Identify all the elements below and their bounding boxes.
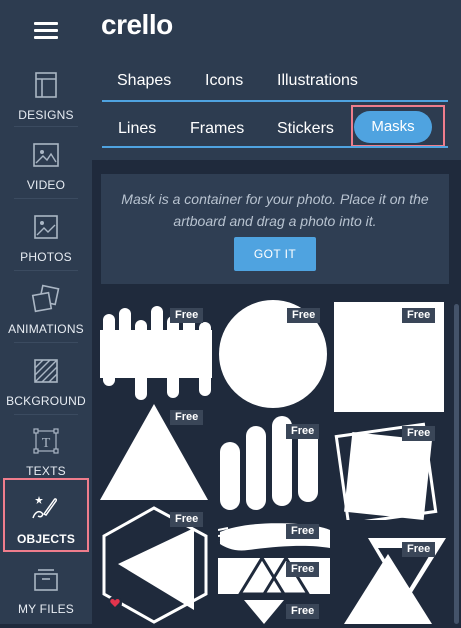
masks-grid: Free Free Free Free Free Free Free Free …: [92, 296, 461, 624]
designs-icon: [35, 72, 57, 98]
sidebar-item-label: MY FILES: [17, 602, 75, 616]
sidebar-item-video[interactable]: VIDEO: [0, 134, 92, 204]
sidebar-item-label: BCKGROUND: [6, 394, 86, 408]
free-badge: Free: [287, 308, 321, 323]
sidebar-item-label: ANIMATIONS: [8, 322, 84, 336]
mask-circle[interactable]: Free: [218, 300, 330, 408]
animations-icon: [31, 284, 60, 313]
svg-text:T: T: [42, 436, 51, 451]
tab-row-primary: Shapes Icons Illustrations: [92, 60, 453, 102]
menu-icon[interactable]: [34, 22, 58, 40]
video-icon: [33, 143, 59, 167]
got-it-button[interactable]: GOT IT: [234, 237, 316, 271]
free-badge: Free: [286, 604, 320, 619]
texts-icon: T: [33, 428, 59, 454]
objects-icon: [32, 496, 57, 519]
free-badge: Free: [170, 308, 204, 323]
mask-drips[interactable]: Free: [100, 300, 212, 408]
left-sidebar: DESIGNS VIDEO PHOTOS ANIMATIONS BCKGROUN…: [0, 0, 92, 624]
tab-lines[interactable]: Lines: [118, 120, 156, 138]
free-badge: Free: [402, 308, 436, 323]
favorite-heart-icon[interactable]: [108, 596, 122, 610]
free-badge: Free: [170, 410, 204, 425]
my-files-icon: [34, 569, 58, 591]
free-badge: Free: [402, 542, 436, 557]
free-badge: Free: [402, 426, 436, 441]
tab-illustrations[interactable]: Illustrations: [277, 72, 358, 90]
mask-partial[interactable]: Free: [218, 598, 330, 624]
free-badge: Free: [286, 424, 320, 439]
mask-tilted-squares[interactable]: Free: [334, 422, 446, 526]
mask-down-triangle[interactable]: Free: [334, 534, 446, 624]
tab-divider: [102, 100, 448, 102]
sidebar-item-label: DESIGNS: [18, 108, 74, 122]
sidebar-item-label: TEXTS: [26, 464, 66, 478]
sidebar-item-photos[interactable]: PHOTOS: [0, 206, 92, 276]
sidebar-item-label: PHOTOS: [20, 250, 72, 264]
category-tabs: Shapes Icons Illustrations Lines Frames …: [92, 52, 461, 160]
sidebar-item-my-files[interactable]: MY FILES: [0, 558, 92, 628]
mask-capsules[interactable]: Free: [218, 416, 330, 512]
tab-divider: [102, 146, 448, 148]
sidebar-item-objects[interactable]: OBJECTS: [3, 478, 89, 552]
mask-triangle-band[interactable]: Free: [218, 555, 330, 596]
free-badge: Free: [286, 562, 320, 577]
tab-stickers[interactable]: Stickers: [277, 120, 334, 138]
tab-shapes[interactable]: Shapes: [117, 72, 171, 90]
sidebar-item-label: OBJECTS: [16, 532, 76, 546]
tab-frames[interactable]: Frames: [190, 120, 244, 138]
crello-logo: crello: [101, 9, 173, 40]
photos-icon: [34, 215, 58, 239]
sidebar-item-label: VIDEO: [26, 178, 66, 192]
sidebar-item-animations[interactable]: ANIMATIONS: [0, 278, 92, 348]
info-text: Mask is a container for your photo. Plac…: [121, 191, 429, 229]
mask-triangle[interactable]: Free: [100, 404, 212, 500]
top-bar: crello: [92, 0, 461, 52]
free-badge: Free: [170, 512, 204, 527]
sidebar-item-background[interactable]: BCKGROUND: [0, 350, 92, 420]
mask-brush-stroke[interactable]: Free: [217, 518, 330, 558]
scrollbar[interactable]: [454, 304, 459, 624]
tab-masks[interactable]: Masks: [354, 111, 432, 143]
masks-info-box: Mask is a container for your photo. Plac…: [101, 174, 449, 284]
sidebar-item-designs[interactable]: DESIGNS: [0, 64, 92, 134]
background-icon: [34, 359, 58, 383]
mask-square[interactable]: Free: [334, 302, 444, 412]
free-badge: Free: [286, 524, 320, 539]
tab-icons[interactable]: Icons: [205, 72, 243, 90]
